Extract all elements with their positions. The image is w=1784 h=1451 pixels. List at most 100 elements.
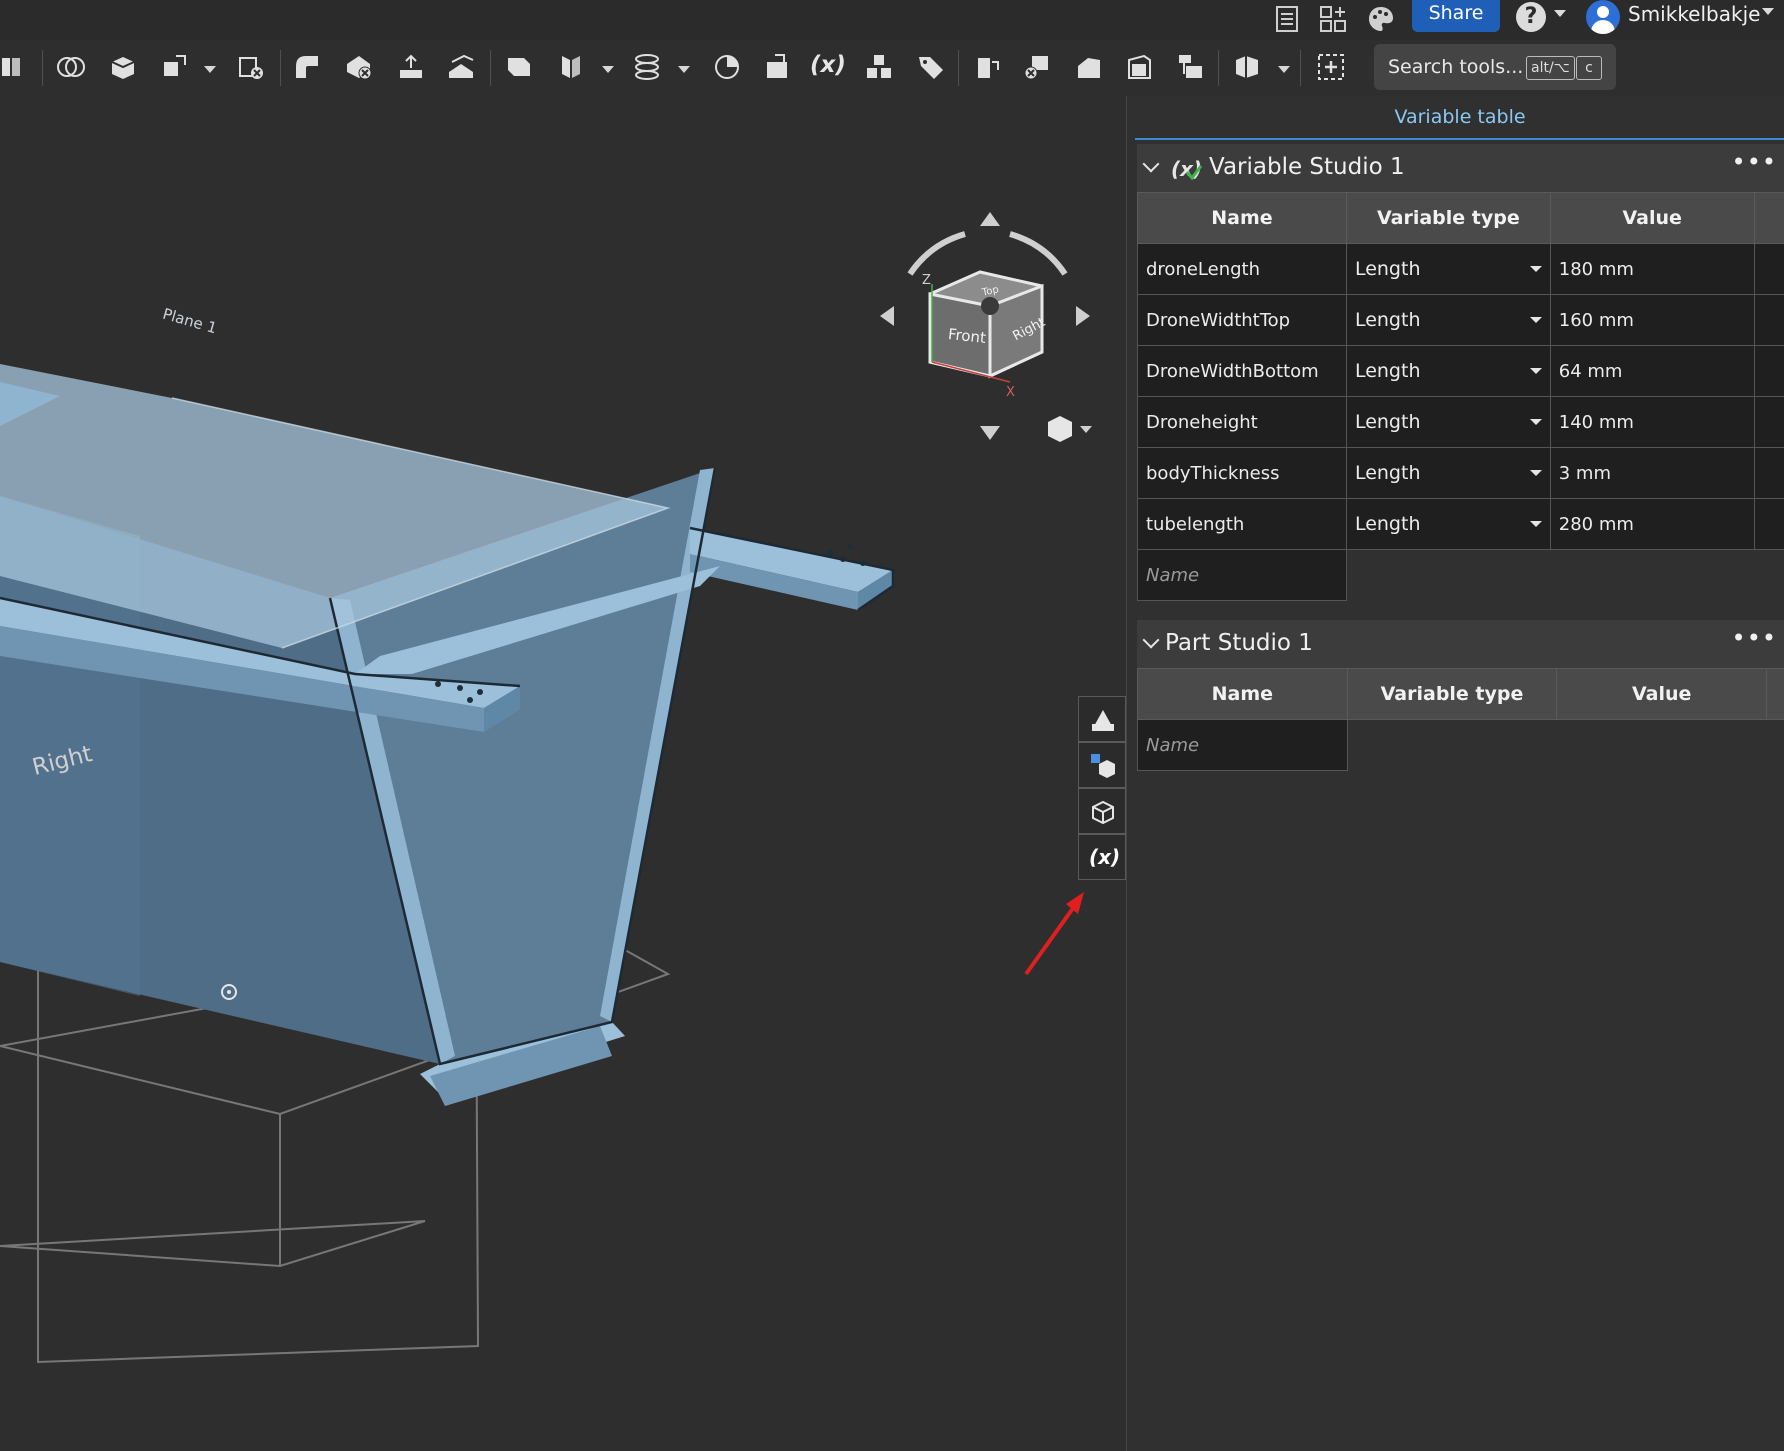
axis-x-label: X — [1006, 385, 1015, 400]
search-tools-input[interactable]: Search tools... alt/⌥ c — [1374, 44, 1616, 90]
table-row[interactable]: droneLength Length 180 mm — [1137, 243, 1784, 295]
palette-icon[interactable] — [1366, 4, 1396, 34]
transform-icon[interactable] — [158, 52, 188, 82]
draft-icon[interactable] — [396, 52, 426, 82]
variable-table-panel-button[interactable]: (x) — [1078, 834, 1126, 880]
new-variable-name-input[interactable]: Name — [1137, 719, 1348, 771]
view-cube[interactable]: Z X Front Right Top — [870, 204, 1100, 454]
variable-name[interactable]: DroneWidthtTop — [1137, 294, 1347, 346]
variable-name[interactable]: Droneheight — [1137, 396, 1347, 448]
variable-name[interactable]: droneLength — [1137, 243, 1347, 295]
new-variable-row[interactable]: Name — [1137, 719, 1784, 771]
variable-value[interactable]: 280 mm — [1549, 498, 1755, 550]
new-variable-name-input[interactable]: Name — [1137, 549, 1347, 601]
variable-type-select[interactable]: Length — [1345, 447, 1551, 499]
search-tools-label: Search tools... — [1388, 56, 1524, 78]
thicken-icon[interactable] — [1124, 52, 1154, 82]
table-row[interactable]: tubelength Length 280 mm — [1137, 498, 1784, 550]
help-dropdown-icon[interactable] — [1554, 10, 1566, 17]
variable-type-value: Length — [1354, 309, 1421, 331]
rotate-right-arrow-icon — [1009, 231, 1068, 276]
dropdown-arrow-icon[interactable] — [1529, 266, 1542, 272]
replace-face-icon[interactable] — [1176, 52, 1206, 82]
variable-studio-icon: (x) — [1171, 157, 1203, 181]
section-more-icon[interactable]: ••• — [1732, 624, 1777, 652]
tag-icon[interactable] — [916, 52, 946, 82]
variable-value[interactable]: 160 mm — [1549, 294, 1755, 346]
variable-icon[interactable]: (x) — [810, 52, 846, 78]
parts-icon — [1091, 754, 1115, 778]
user-menu-chevron-icon[interactable] — [1762, 8, 1774, 15]
mirror-icon[interactable] — [556, 52, 586, 82]
variable-type-select[interactable]: Length — [1345, 345, 1551, 397]
boolean-icon[interactable] — [56, 52, 86, 82]
mate-icon[interactable] — [972, 52, 1002, 82]
share-button[interactable]: Share — [1412, 0, 1500, 32]
section-title: Part Studio 1 — [1165, 630, 1313, 656]
import-icon[interactable] — [762, 52, 792, 82]
variable-type-select[interactable]: Length — [1345, 396, 1551, 448]
variable-name[interactable]: tubelength — [1137, 498, 1347, 550]
table-row[interactable]: DroneWidthBottom Length 64 mm — [1137, 345, 1784, 397]
table-row[interactable]: Droneheight Length 140 mm — [1137, 396, 1784, 448]
checklist-icon[interactable] — [1272, 4, 1302, 34]
feature-list-icon[interactable] — [0, 52, 30, 82]
section-header-part-studio-1[interactable]: Part Studio 1 ••• — [1137, 620, 1784, 668]
mirror-dropdown-icon[interactable] — [602, 66, 614, 73]
helix-icon[interactable] — [632, 52, 662, 82]
app-store-icon[interactable] — [1318, 4, 1348, 34]
graphics-viewport[interactable]: Plane 1 Right Z X Front Right Top (x) — [0, 96, 1126, 1451]
variable-type-select[interactable]: Length — [1345, 243, 1551, 295]
column-header-name: Name — [1137, 192, 1347, 244]
appearance-icon — [1092, 710, 1114, 731]
view-options-cube-icon — [1048, 416, 1072, 442]
parts-panel-button[interactable] — [1078, 742, 1126, 788]
section-icon[interactable] — [1232, 52, 1262, 82]
variable-value[interactable]: 180 mm — [1549, 243, 1755, 295]
assembly-panel-button[interactable] — [1078, 788, 1126, 834]
split-icon[interactable] — [1022, 52, 1052, 82]
avatar[interactable] — [1586, 0, 1620, 34]
variable-name[interactable]: DroneWidthBottom — [1137, 345, 1347, 397]
username[interactable]: Smikkelbakje — [1628, 2, 1760, 26]
dropdown-arrow-icon[interactable] — [1529, 470, 1542, 476]
plane-icon[interactable] — [504, 52, 534, 82]
appearance-panel-button[interactable] — [1078, 696, 1126, 742]
helix-dropdown-icon[interactable] — [678, 66, 690, 73]
variable-type-select[interactable]: Length — [1345, 498, 1551, 550]
pattern-icon[interactable] — [864, 52, 894, 82]
transform-dropdown-icon[interactable] — [204, 66, 216, 73]
variable-value[interactable]: 3 mm — [1549, 447, 1755, 499]
section-more-icon[interactable]: ••• — [1732, 148, 1777, 176]
pan-right-arrow-icon — [1076, 306, 1090, 326]
cube-face-front[interactable]: Front — [947, 325, 987, 347]
extrude-icon[interactable] — [108, 52, 138, 82]
delete-part-icon[interactable] — [236, 52, 266, 82]
new-variable-row[interactable]: Name — [1137, 549, 1784, 601]
fillet-icon[interactable] — [292, 52, 322, 82]
table-row[interactable]: bodyThickness Length 3 mm — [1137, 447, 1784, 499]
help-icon[interactable]: ? — [1516, 2, 1546, 32]
section-dropdown-icon[interactable] — [1278, 66, 1290, 73]
variable-value[interactable]: 140 mm — [1549, 396, 1755, 448]
toolbar-divider — [490, 50, 491, 86]
variable-value[interactable]: 64 mm — [1549, 345, 1755, 397]
collapse-chevron-icon[interactable] — [1142, 631, 1160, 649]
table-row[interactable]: DroneWidthtTop Length 160 mm — [1137, 294, 1784, 346]
dropdown-arrow-icon[interactable] — [1529, 317, 1542, 323]
insert-icon[interactable] — [1316, 52, 1346, 82]
sweep-icon[interactable] — [446, 52, 476, 82]
shell-icon[interactable] — [344, 52, 374, 82]
pan-down-arrow-icon — [980, 426, 1000, 440]
loft-icon[interactable] — [1074, 52, 1104, 82]
revolve-icon[interactable] — [712, 52, 742, 82]
variable-type-select[interactable]: Length — [1345, 294, 1551, 346]
dropdown-arrow-icon[interactable] — [1529, 419, 1542, 425]
section-header-variable-studio-1[interactable]: (x) Variable Studio 1 ••• — [1137, 144, 1784, 192]
dropdown-arrow-icon[interactable] — [1529, 368, 1542, 374]
rotate-up-arrow-icon — [980, 212, 1000, 226]
variable-name[interactable]: bodyThickness — [1137, 447, 1347, 499]
feature-toolbar: (x) Search tools... alt/⌥ c — [0, 40, 1784, 96]
collapse-chevron-icon[interactable] — [1142, 155, 1160, 173]
dropdown-arrow-icon[interactable] — [1529, 521, 1542, 527]
